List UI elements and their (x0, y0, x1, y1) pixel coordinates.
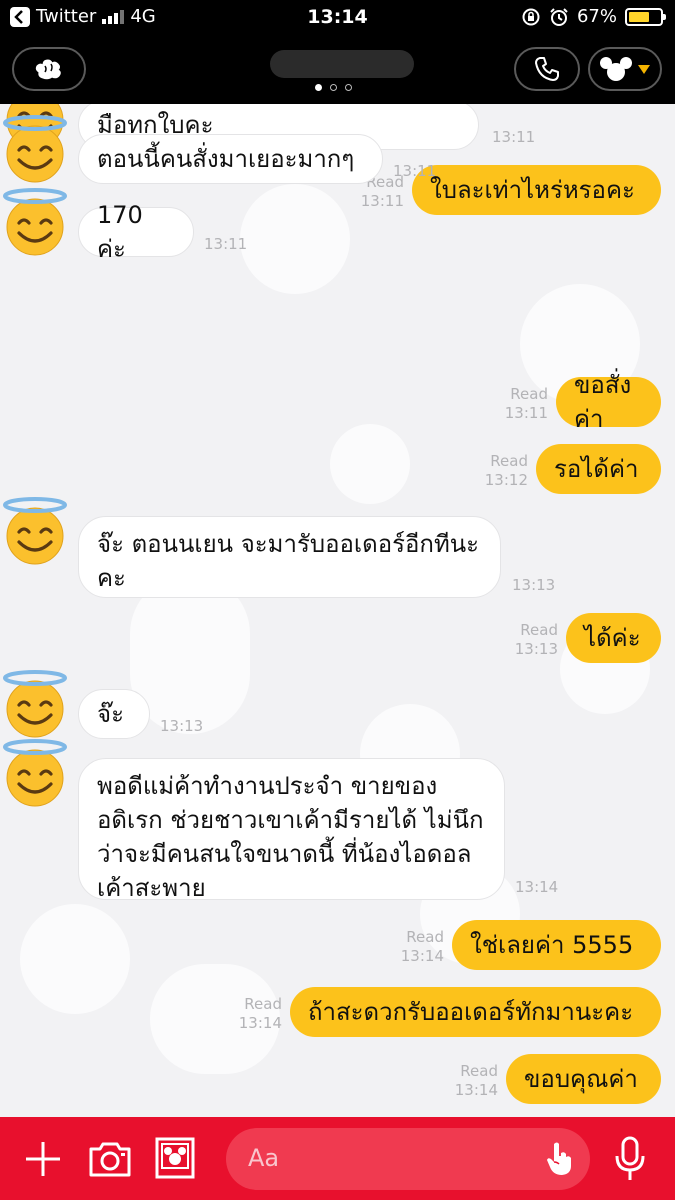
message-read-meta: Read 13:14 (394, 928, 444, 966)
message-time: 13:11 (360, 192, 404, 210)
contact-avatar[interactable] (0, 496, 70, 566)
chat-title-redacted[interactable] (270, 50, 414, 78)
camera-icon (89, 1142, 131, 1177)
status-right: 67% (521, 6, 666, 27)
message-text: ได้ค่ะ (584, 624, 641, 652)
message-time: 13:11 (492, 128, 536, 146)
message-text: ใช่เลยค่า 5555 (470, 931, 634, 959)
angel-smiley-icon (3, 670, 67, 738)
message-text: ใบละเท่าไหร่หรอคะ (430, 176, 635, 204)
fist-hand-icon (35, 59, 61, 80)
angel-smiley-icon (3, 497, 67, 565)
message-text: จ๊ะ ตอนนเยน จะมารับออเดอร์อีกทีนะ คะ (97, 530, 480, 592)
chevron-down-icon (638, 65, 650, 74)
microphone-icon (615, 1136, 645, 1180)
page-dot (330, 84, 337, 91)
battery-icon (625, 7, 666, 26)
message-time: 13:11 (504, 404, 548, 422)
message-bubble[interactable]: ถ้าสะดวกรับออเดอร์ทักมานะคะ (290, 987, 661, 1037)
message-time: 13:14 (400, 947, 444, 965)
page-dot (315, 84, 322, 91)
message-text: ขอสั่งค่า (574, 371, 632, 433)
message-read-meta: Read 13:13 (508, 621, 558, 659)
sticker-button[interactable] (154, 1136, 196, 1180)
orientation-lock-icon (522, 8, 540, 25)
message-bubble[interactable]: รอได้ค่า (536, 444, 661, 494)
contact-avatar[interactable] (0, 738, 70, 808)
angel-smiley-icon (3, 739, 67, 807)
message-text: จ๊ะ (97, 700, 124, 728)
call-button[interactable] (514, 47, 580, 91)
message-read-meta: Read 13:12 (478, 452, 528, 490)
message-input[interactable]: Aa (226, 1128, 590, 1190)
page-indicator (315, 84, 352, 91)
message-bubble[interactable]: จ๊ะ (78, 689, 150, 739)
message-bubble[interactable]: จ๊ะ ตอนนเยน จะมารับออเดอร์อีกทีนะ คะ (78, 516, 501, 598)
read-receipt: Read (490, 452, 528, 470)
alarm-icon (550, 7, 568, 26)
page-dot (345, 84, 352, 91)
read-receipt: Read (406, 928, 444, 946)
status-bar: Twitter 4G 13:14 67% (0, 0, 675, 36)
message-time: 13:14 (238, 1014, 282, 1032)
read-receipt: Read (460, 1062, 498, 1080)
message-bubble[interactable]: ได้ค่ะ (566, 613, 661, 663)
message-time: 13:13 (514, 640, 558, 658)
read-receipt: Read (510, 385, 548, 403)
message-time: 13:13 (160, 717, 204, 735)
chat-header (0, 36, 675, 104)
hand-icon[interactable] (542, 1140, 576, 1178)
message-read-meta: Read 13:11 (498, 385, 548, 423)
message-time: 13:11 (204, 235, 248, 253)
message-text: ขอบคุณค่า (524, 1065, 638, 1093)
camera-button[interactable] (86, 1136, 134, 1182)
angel-smiley-icon (3, 115, 67, 183)
message-bubble[interactable]: ขอบคุณค่า (506, 1054, 661, 1104)
input-bar: Aa (0, 1117, 675, 1200)
message-text: 170 ค่ะ (97, 201, 143, 263)
voice-button[interactable] (610, 1134, 650, 1184)
message-text: รอได้ค่า (554, 455, 639, 483)
message-bubble[interactable]: ใช่เลยค่า 5555 (452, 920, 661, 970)
message-input-placeholder: Aa (248, 1144, 280, 1172)
message-bubble[interactable]: ขอสั่งค่า (556, 371, 661, 433)
battery-percent: 67% (576, 6, 617, 27)
plus-icon (26, 1142, 60, 1176)
contact-avatar[interactable] (0, 669, 70, 739)
chat-area[interactable]: มือทุกใบคะ 13:11 ใบละเท่าไหร่หรอคะ Read 13:1… (0, 104, 675, 1117)
message-read-meta: Read 13:14 (232, 995, 282, 1033)
message-text: พอดีแม่ค้าทำงานประจำ ขายของ อดิเรก ช่วยช… (97, 772, 484, 902)
read-receipt: Read (520, 621, 558, 639)
chat-menu-button[interactable] (588, 47, 662, 91)
message-text: ถ้าสะดวกรับออเดอร์ทักมานะคะ (308, 998, 634, 1026)
contact-avatar[interactable] (0, 114, 70, 184)
read-receipt: Read (244, 995, 282, 1013)
add-button[interactable] (22, 1138, 64, 1180)
back-button[interactable] (12, 47, 86, 91)
message-read-meta: Read 13:14 (448, 1062, 498, 1100)
message-bubble[interactable]: 170 ค่ะ (78, 201, 194, 263)
message-bubble[interactable]: พอดีแม่ค้าทำงานประจำ ขายของ อดิเรก ช่วยช… (78, 758, 505, 902)
angel-smiley-icon (3, 188, 67, 256)
mickey-icon (600, 57, 632, 81)
message-bubble[interactable]: ตอนนี้คนสั่งมาเยอะมากๆ (78, 134, 383, 184)
message-time: 13:13 (512, 576, 556, 594)
sticker-icon (155, 1137, 195, 1179)
message-time: 13:14 (515, 878, 559, 896)
message-time: 13:11 (393, 162, 437, 180)
message-time: 13:12 (484, 471, 528, 489)
phone-icon (535, 57, 559, 81)
message-text: ตอนนี้คนสั่งมาเยอะมากๆ (97, 145, 355, 173)
message-time: 13:14 (454, 1081, 498, 1099)
message-bubble[interactable]: ใบละเท่าไหร่หรอคะ (412, 165, 661, 215)
contact-avatar[interactable] (0, 187, 70, 257)
